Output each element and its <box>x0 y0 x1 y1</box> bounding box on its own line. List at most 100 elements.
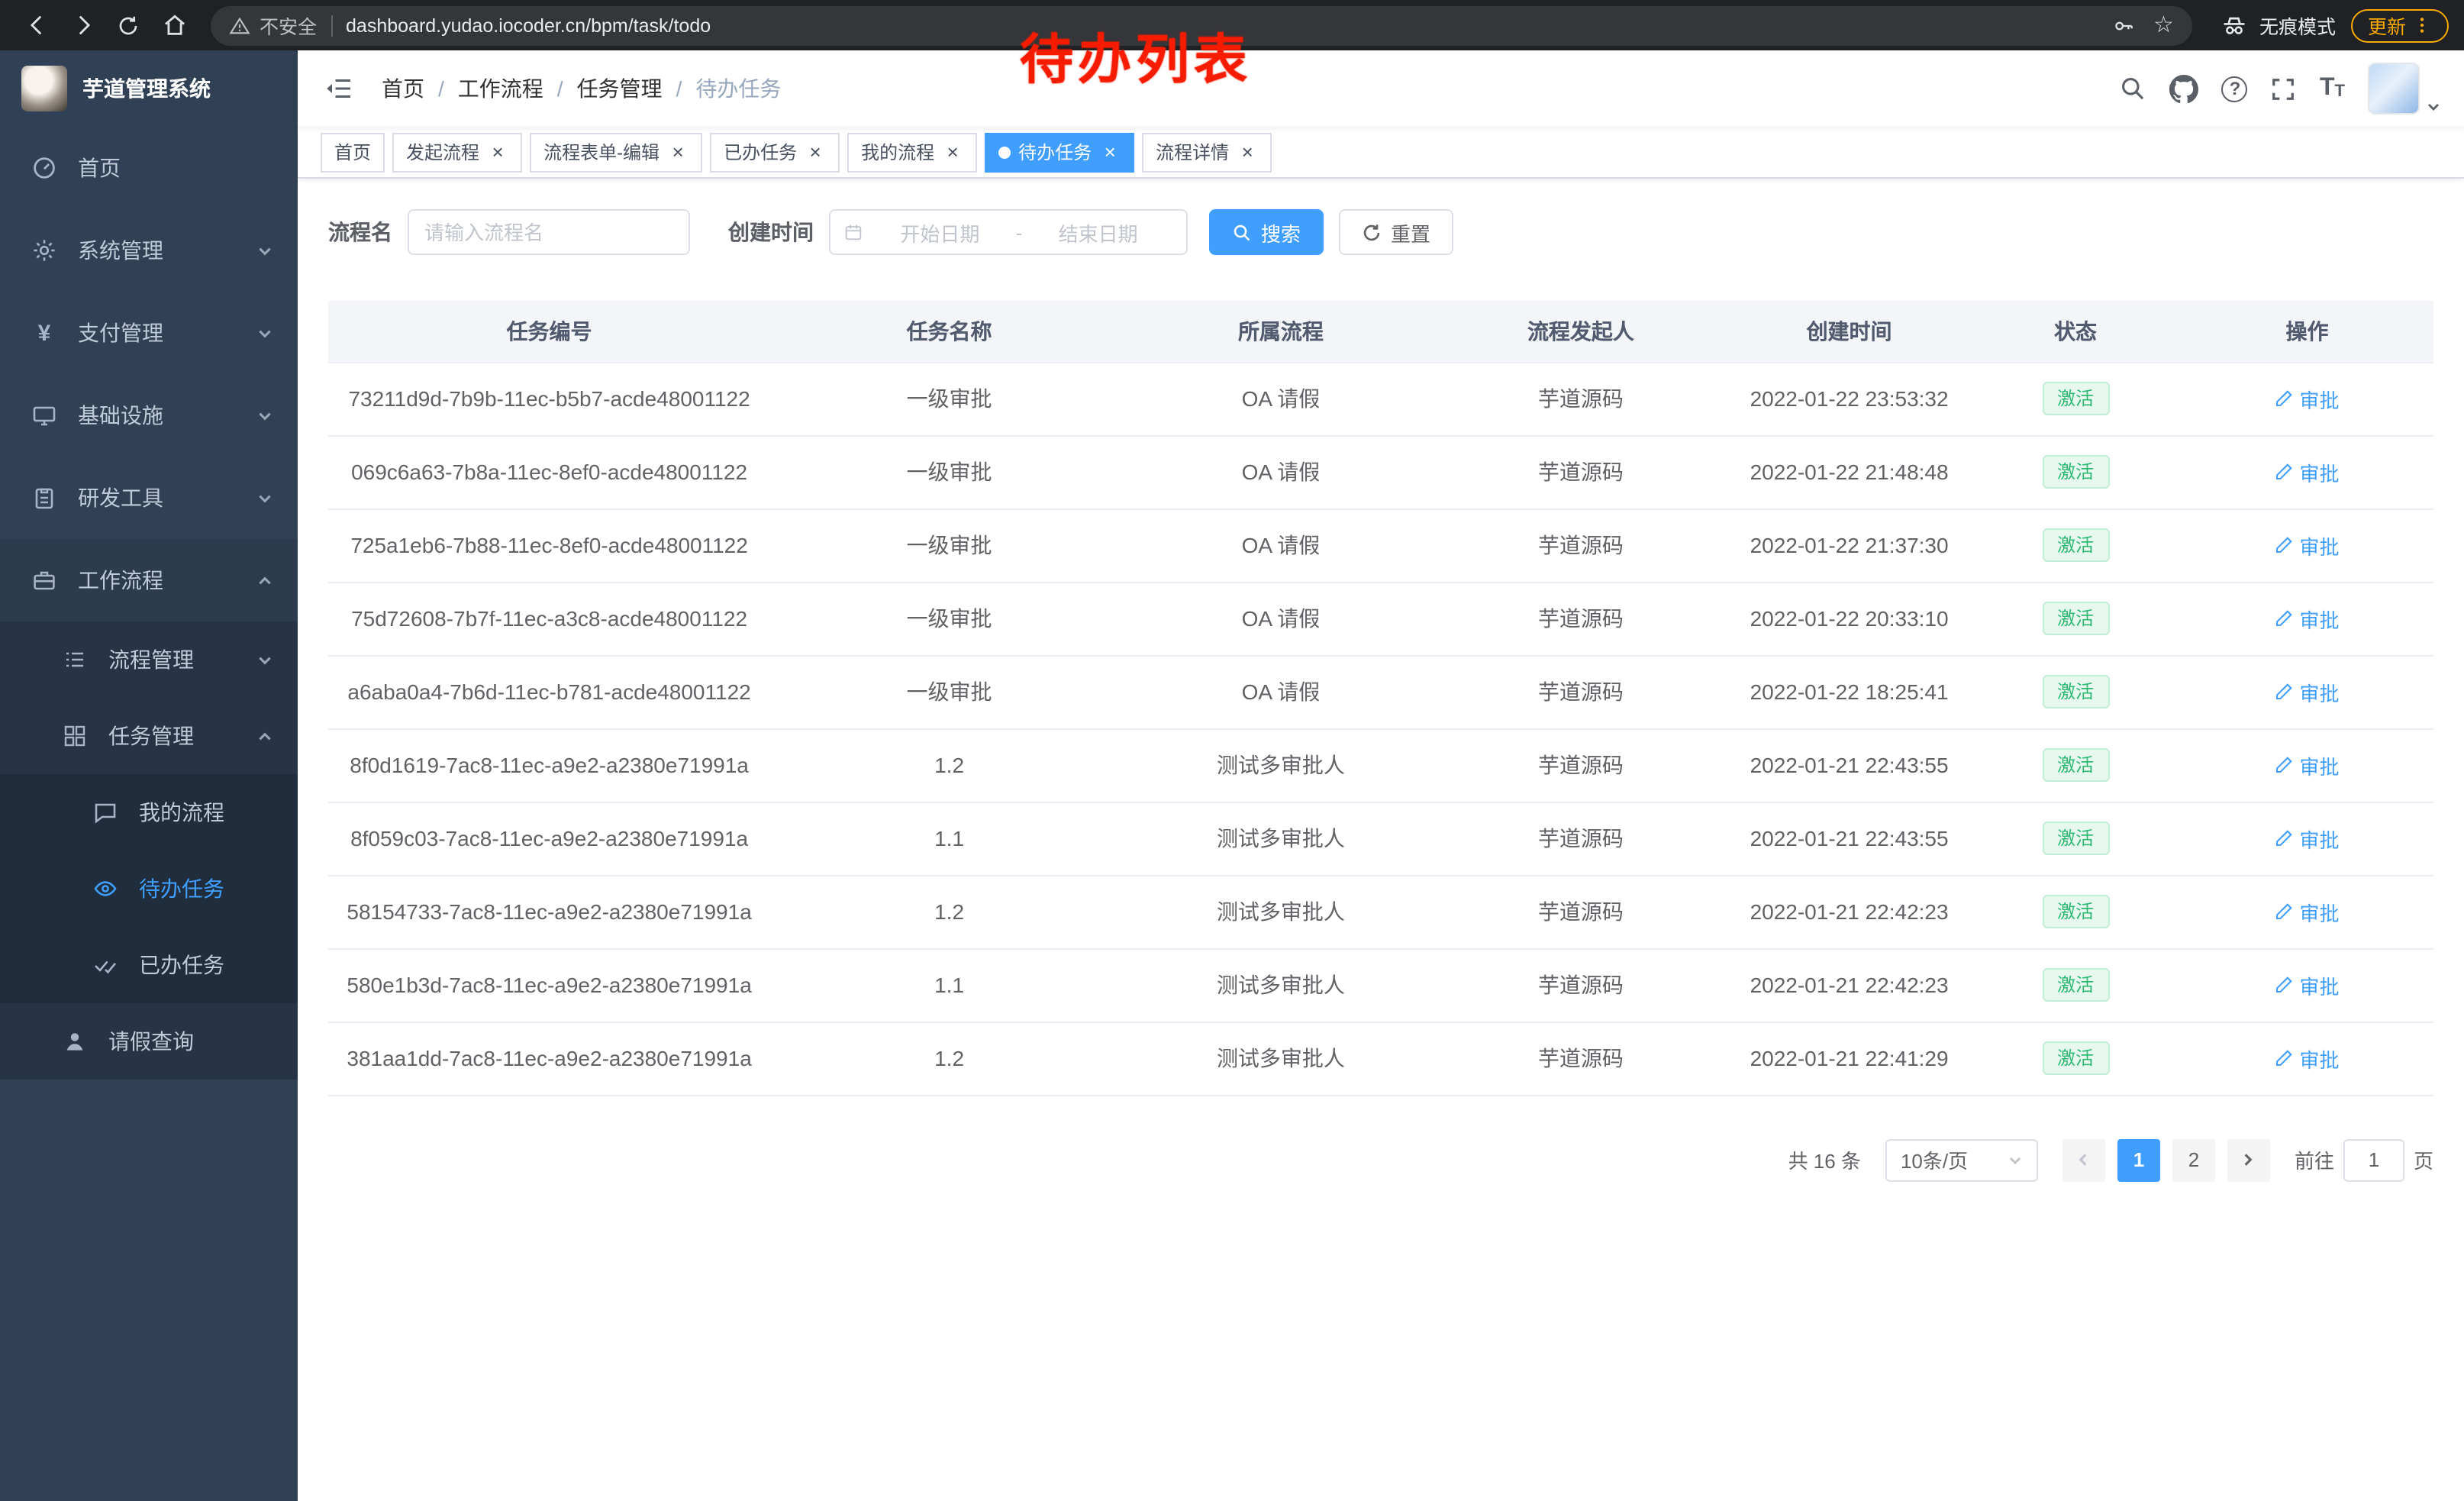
sidebar-toggle-button[interactable] <box>321 70 357 107</box>
browser-back-button[interactable] <box>15 4 58 47</box>
edit-pen-icon <box>2275 829 2293 847</box>
approve-link[interactable]: 审批 <box>2275 1044 2339 1073</box>
approve-link[interactable]: 审批 <box>2275 970 2339 999</box>
grid-icon <box>61 724 89 748</box>
goto-page-input[interactable] <box>2343 1138 2404 1181</box>
kebab-menu-icon[interactable] <box>2412 15 2432 35</box>
sidebar-item-payment[interactable]: ¥ 支付管理 <box>0 292 298 374</box>
search-button[interactable] <box>2120 75 2147 102</box>
fullscreen-button[interactable] <box>2271 76 2297 102</box>
tab-home[interactable]: 首页 <box>321 132 385 172</box>
font-size-button[interactable]: TT <box>2320 76 2345 101</box>
sidebar-item-done-tasks[interactable]: 已办任务 <box>0 927 298 1003</box>
sidebar-item-label: 支付管理 <box>78 318 163 348</box>
bookmark-star-icon[interactable]: ☆ <box>2153 14 2174 37</box>
user-avatar-menu[interactable] <box>2368 63 2441 115</box>
task-id-cell: 8f0d1619-7ac8-11ec-a9e2-a2380e71991a <box>328 728 770 802</box>
approve-label: 审批 <box>2299 750 2339 780</box>
close-icon[interactable]: × <box>805 141 826 163</box>
column-header-status: 状态 <box>1970 301 2181 362</box>
column-header-actions: 操作 <box>2181 301 2433 362</box>
page-size-select[interactable]: 10条/页 <box>1885 1138 2038 1181</box>
tab-process-detail[interactable]: 流程详情 × <box>1142 132 1272 172</box>
table-row: 725a1eb6-7b88-11ec-8ef0-acde48001122 一级审… <box>328 508 2433 582</box>
approve-link[interactable]: 审批 <box>2275 897 2339 926</box>
sidebar-item-infrastructure[interactable]: 基础设施 <box>0 374 298 457</box>
task-id-cell: 580e1b3d-7ac8-11ec-a9e2-a2380e71991a <box>328 948 770 1022</box>
approve-link[interactable]: 审批 <box>2275 604 2339 633</box>
tab-todo-tasks[interactable]: 待办任务 × <box>985 132 1134 172</box>
chat-bubble-icon <box>92 800 119 825</box>
breadcrumb-home[interactable]: 首页 <box>382 73 424 104</box>
task-name-cell: 一级审批 <box>770 435 1128 508</box>
tab-start-process[interactable]: 发起流程 × <box>392 132 522 172</box>
task-name-cell: 1.1 <box>770 948 1128 1022</box>
tab-label: 流程详情 <box>1156 139 1229 165</box>
sidebar-item-home[interactable]: 首页 <box>0 127 298 209</box>
date-range-picker[interactable]: 开始日期 - 结束日期 <box>829 209 1188 255</box>
password-key-icon[interactable] <box>2111 13 2135 37</box>
close-icon[interactable]: × <box>942 141 963 163</box>
tab-my-process[interactable]: 我的流程 × <box>847 132 977 172</box>
address-divider <box>331 15 332 36</box>
process-cell: OA 请假 <box>1128 655 1434 728</box>
status-badge: 激活 <box>2042 748 2109 782</box>
starter-cell: 芋道源码 <box>1434 948 1728 1022</box>
reset-button[interactable]: 重置 <box>1339 209 1453 255</box>
approve-link[interactable]: 审批 <box>2275 457 2339 486</box>
sidebar-item-system[interactable]: 系统管理 <box>0 209 298 292</box>
sidebar-logo[interactable]: 芋道管理系统 <box>0 50 298 127</box>
close-icon[interactable]: × <box>1237 141 1258 163</box>
approve-link[interactable]: 审批 <box>2275 531 2339 560</box>
not-secure-warning-icon <box>229 15 250 36</box>
sidebar-item-label: 研发工具 <box>78 483 163 513</box>
page-button-1[interactable]: 1 <box>2117 1138 2160 1181</box>
sidebar-item-my-process[interactable]: 我的流程 <box>0 774 298 851</box>
close-icon[interactable]: × <box>1099 141 1121 163</box>
approve-link[interactable]: 审批 <box>2275 677 2339 706</box>
breadcrumb-task-management[interactable]: 任务管理 <box>577 73 663 104</box>
browser-forward-button[interactable] <box>61 4 104 47</box>
browser-update-button[interactable]: 更新 <box>2351 8 2449 42</box>
sidebar-item-workflow[interactable]: 工作流程 <box>0 539 298 621</box>
close-icon[interactable]: × <box>487 141 508 163</box>
help-button[interactable]: ? <box>2222 76 2248 102</box>
search-button-label: 搜索 <box>1261 218 1301 247</box>
approve-label: 审批 <box>2299 531 2339 560</box>
browser-refresh-button[interactable] <box>107 4 150 47</box>
filter-form: 流程名 创建时间 开始日期 - 结束日期 搜索 重置 <box>328 209 2433 255</box>
tab-form-edit[interactable]: 流程表单-编辑 × <box>530 132 702 172</box>
approve-link[interactable]: 审批 <box>2275 384 2339 413</box>
incognito-badge: 无痕模式 <box>2220 11 2336 40</box>
sidebar-item-leave-query[interactable]: 请假查询 <box>0 1003 298 1080</box>
breadcrumb-separator: / <box>676 76 682 101</box>
search-button[interactable]: 搜索 <box>1209 209 1324 255</box>
approve-link[interactable]: 审批 <box>2275 824 2339 853</box>
edit-pen-icon <box>2275 536 2293 554</box>
prev-page-button[interactable] <box>2062 1138 2105 1181</box>
page-button-2[interactable]: 2 <box>2172 1138 2215 1181</box>
tab-done-tasks[interactable]: 已办任务 × <box>710 132 840 172</box>
approve-label: 审批 <box>2299 824 2339 853</box>
process-name-input[interactable] <box>408 209 690 255</box>
github-button[interactable] <box>2170 74 2199 103</box>
approve-link[interactable]: 审批 <box>2275 750 2339 780</box>
sidebar-item-todo-tasks[interactable]: 待办任务 <box>0 851 298 927</box>
tabs-bar: 首页 发起流程 × 流程表单-编辑 × 已办任务 × 我的流程 × <box>298 127 2464 179</box>
avatar <box>2368 63 2420 115</box>
page-size-value: 10条/页 <box>1901 1145 1968 1174</box>
chevron-right-icon <box>2240 1151 2257 1168</box>
address-bar[interactable]: 不安全 dashboard.yudao.iocoder.cn/bpm/task/… <box>211 5 2192 45</box>
browser-home-button[interactable] <box>153 4 195 47</box>
date-range-separator: - <box>1016 221 1023 244</box>
close-icon[interactable]: × <box>667 141 689 163</box>
create-time-cell: 2022-01-22 21:37:30 <box>1728 508 1970 582</box>
next-page-button[interactable] <box>2227 1138 2270 1181</box>
breadcrumb-workflow[interactable]: 工作流程 <box>458 73 543 104</box>
sidebar-item-task-management[interactable]: 任务管理 <box>0 698 298 774</box>
page-unit-label: 页 <box>2414 1145 2433 1174</box>
pagination: 共 16 条 10条/页 1 2 前往 页 <box>328 1138 2433 1181</box>
sidebar-item-devtools[interactable]: 研发工具 <box>0 457 298 539</box>
back-icon <box>24 12 50 38</box>
sidebar-item-process-management[interactable]: 流程管理 <box>0 621 298 698</box>
